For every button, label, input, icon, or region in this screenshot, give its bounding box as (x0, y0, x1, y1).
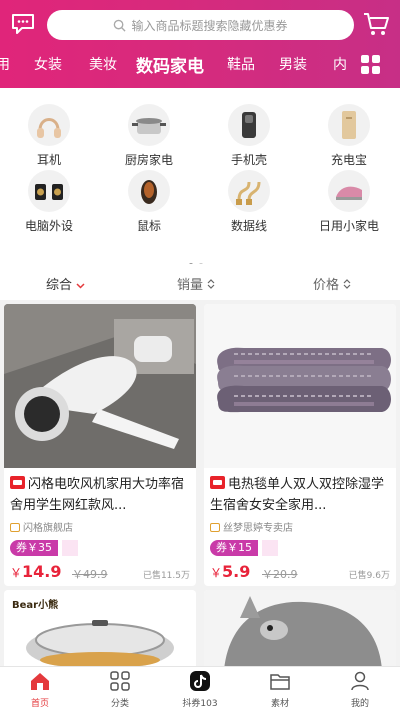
tab-category-7[interactable]: 内 (333, 54, 347, 74)
category-tabs: 用 女装 美妆 数码家电 鞋品 男装 内 (0, 50, 355, 82)
tab-category-0[interactable]: 用 (0, 54, 10, 74)
user-icon (351, 671, 369, 691)
chevron-down-icon (76, 283, 85, 289)
cable-icon (228, 170, 270, 212)
power-bank-icon (328, 104, 370, 146)
shop-icon (210, 523, 220, 532)
pot-icon (128, 104, 170, 146)
brand-logo: Bear小熊 (12, 600, 59, 611)
subcategory-kitchen[interactable]: 厨房家电 (109, 104, 189, 168)
sold-count: 已售11.5万 (142, 571, 190, 581)
product-image-plush-pillow (204, 590, 396, 670)
message-icon[interactable] (10, 12, 36, 36)
product-card[interactable] (204, 590, 396, 670)
sort-sales[interactable]: 销量 (177, 274, 215, 293)
top-header: 输入商品标题搜索隐藏优惠券 用 女装 美妆 数码家电 鞋品 男装 内 (0, 0, 400, 88)
tab-category-women[interactable]: 女装 (34, 54, 62, 74)
search-input[interactable]: 输入商品标题搜索隐藏优惠券 (47, 10, 354, 40)
product-card[interactable]: Bear小熊 (4, 590, 196, 670)
subcategory-mouse[interactable]: 鼠标 (109, 170, 189, 234)
cart-icon[interactable] (362, 11, 390, 37)
subcategory-pc-peripherals[interactable]: 电脑外设 (9, 170, 89, 234)
original-price: ￥49.9 (72, 568, 108, 581)
tab-category[interactable]: 分类 (90, 671, 150, 709)
mouse-icon (128, 170, 170, 212)
shop-name: 闪格旗舰店 (10, 519, 73, 534)
tab-home[interactable]: 首页 (10, 671, 70, 709)
tab-category-shoes[interactable]: 鞋品 (227, 54, 255, 74)
tab-category-digital[interactable]: 数码家电 (136, 52, 204, 77)
search-placeholder: 输入商品标题搜索隐藏优惠券 (131, 18, 288, 33)
product-card[interactable]: 闪格电吹风机家用大功率宿舍用学生网红款风... 闪格旗舰店 券￥35 ￥14.9… (4, 304, 196, 586)
tab-douquan[interactable]: 抖券103 (170, 671, 230, 709)
shop-icon (10, 523, 20, 532)
product-card[interactable]: 电热毯单人双人双控除湿学生宿舍女安全家用... 丝梦思婷专卖店 券￥15 ￥5.… (204, 304, 396, 586)
subcategory-panel: 耳机 厨房家电 手机壳 充电宝 电脑外设 鼠标 数据线 日用小家电 (0, 88, 400, 267)
sort-comprehensive[interactable]: 综合 (46, 274, 85, 293)
product-price: ￥5.9 (210, 562, 251, 581)
product-image-electric-blanket (204, 304, 396, 468)
coupon-tail (62, 540, 78, 556)
sort-price[interactable]: 价格 (313, 274, 351, 293)
tmall-icon (210, 476, 225, 489)
speaker-icon (28, 170, 70, 212)
home-icon (31, 673, 49, 690)
phone-case-icon (228, 104, 270, 146)
tab-category-beauty[interactable]: 美妆 (89, 54, 117, 74)
folder-icon (270, 674, 290, 690)
product-price: ￥14.9 (10, 562, 62, 581)
subcategory-phone-case[interactable]: 手机壳 (209, 104, 289, 168)
coupon-tail (262, 540, 278, 556)
sold-count: 已售9.6万 (348, 571, 390, 581)
sort-bar: 综合 销量 价格 (0, 264, 400, 300)
subcategory-small-appliance[interactable]: 日用小家电 (309, 170, 389, 234)
earphones-icon (28, 104, 70, 146)
original-price: ￥20.9 (262, 568, 298, 581)
product-title: 电热毯单人双人双控除湿学生宿舍女安全家用... (210, 476, 385, 513)
category-grid-icon (110, 671, 130, 691)
shop-name: 丝梦思婷专卖店 (210, 519, 293, 534)
tab-mine[interactable]: 我的 (330, 671, 390, 709)
subcategory-power-bank[interactable]: 充电宝 (309, 104, 389, 168)
tab-category-men[interactable]: 男装 (279, 54, 307, 74)
subcategory-earphones[interactable]: 耳机 (9, 104, 89, 168)
product-title: 闪格电吹风机家用大功率宿舍用学生网红款风... (10, 476, 185, 513)
sort-arrows-icon (207, 279, 215, 289)
search-icon (114, 19, 127, 32)
bottom-tab-bar: 首页 分类 抖券103 素材 我的 (0, 666, 400, 710)
product-image-hair-dryer (4, 304, 196, 468)
douyin-icon (190, 671, 210, 691)
subcategory-cable[interactable]: 数据线 (209, 170, 289, 234)
coupon-badge: 券￥35 (10, 540, 58, 556)
iron-icon (328, 170, 370, 212)
coupon-badge: 券￥15 (210, 540, 258, 556)
grid-menu-icon[interactable] (361, 55, 381, 75)
tmall-icon (10, 476, 25, 489)
tab-materials[interactable]: 素材 (250, 671, 310, 709)
sort-arrows-icon (343, 279, 351, 289)
